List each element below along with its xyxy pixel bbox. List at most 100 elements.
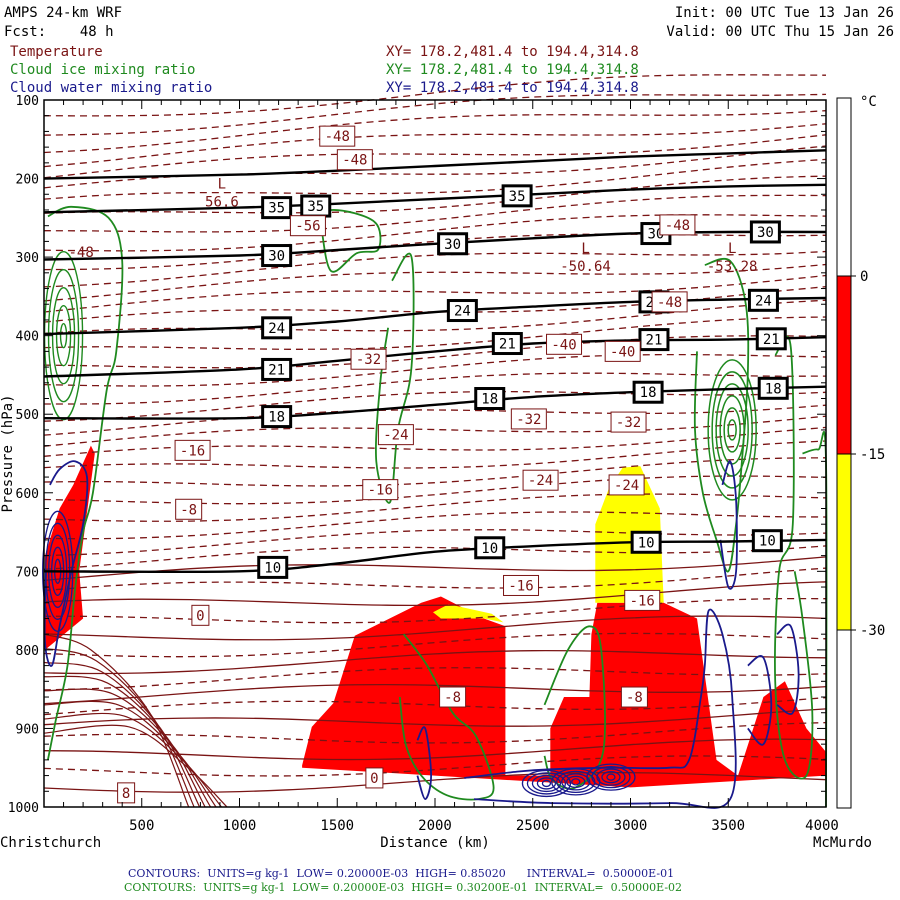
- temperature-label: -48: [657, 295, 682, 311]
- y-tick-label: 600: [16, 487, 39, 502]
- temperature-contour: [43, 457, 827, 487]
- temperature-label: -24: [614, 478, 639, 494]
- y-tick-label: 100: [16, 94, 39, 109]
- temperature-label: -32: [356, 352, 381, 368]
- x-end-label-left: Christchurch: [0, 835, 101, 851]
- theta-label: 18: [268, 410, 285, 426]
- temperature-label: -56: [295, 219, 320, 235]
- low-center-value: 56.6: [205, 195, 239, 211]
- colorbar-segment-below30: [836, 629, 852, 809]
- cloud-ice-ring: [55, 304, 72, 367]
- x-tick-label: 1500: [320, 818, 354, 834]
- temperature-label: -24: [528, 473, 553, 489]
- y-tick-label: 1000: [8, 801, 39, 816]
- temperature-label: -8: [180, 502, 197, 518]
- temperature-label: -8: [626, 690, 643, 706]
- theta-label: 35: [509, 189, 526, 205]
- y-tick-label: 300: [16, 251, 39, 266]
- temperature-label: -40: [610, 344, 635, 360]
- low-center-letter: L: [728, 241, 736, 257]
- temperature-label: -16: [180, 443, 205, 459]
- temperature-contour: [43, 134, 827, 179]
- low-center-letter: L: [581, 241, 589, 257]
- y-tick-label: 400: [16, 330, 39, 345]
- theta-label: 24: [268, 321, 285, 337]
- colorbar-unit: °C: [860, 94, 877, 110]
- cloud-ice-ring: [727, 419, 737, 441]
- theta-label: 24: [454, 304, 471, 320]
- x-tick-label: 1000: [223, 818, 257, 834]
- temperature-label: -16: [368, 483, 393, 499]
- theta-label: 10: [759, 534, 776, 550]
- theta-label: 18: [765, 381, 782, 397]
- temperature-label: -32: [516, 412, 541, 428]
- temperature-contour: [43, 274, 827, 313]
- temperature-contour: [43, 299, 827, 335]
- theta-label: 35: [307, 199, 324, 215]
- theta-contour-35: [43, 183, 827, 214]
- theta-label: 30: [268, 249, 285, 265]
- temperature-label: 8: [122, 786, 130, 802]
- theta-label: 24: [755, 293, 772, 309]
- y-tick-label: 200: [16, 173, 39, 188]
- theta-label: 10: [481, 541, 498, 557]
- colorbar-label: -30: [860, 623, 885, 639]
- cross-section-chart: 1010101018181818212121212424242430303030…: [0, 74, 885, 851]
- y-axis-title: Pressure (hPa): [0, 394, 16, 512]
- low-center-value: -48: [68, 245, 93, 261]
- footer-contours-ice: CONTOURS: UNITS=g kg-1 LOW= 0.20000E-03 …: [124, 881, 683, 894]
- theta-label: 21: [646, 333, 663, 349]
- temperature-label: 0: [370, 771, 378, 787]
- temperature-label: -48: [665, 218, 690, 234]
- theta-label: 10: [264, 560, 281, 576]
- temperature-label: -8: [444, 690, 461, 706]
- colorbar-segment-0-to-15: [836, 275, 852, 455]
- temperature-contour: [43, 353, 827, 387]
- colorbar-label: -15: [860, 447, 885, 463]
- theta-label: 21: [499, 337, 516, 353]
- y-tick-label: 700: [16, 565, 39, 580]
- low-center-value: -53.28: [707, 259, 758, 275]
- theta-contour-top: [43, 149, 827, 180]
- temperature-contour: [43, 475, 827, 505]
- x-axis-title: Distance (km): [380, 835, 490, 851]
- theta-label: 21: [268, 362, 285, 378]
- theta-label: 21: [763, 332, 780, 348]
- colorbar: °C 0 -15 -30: [836, 94, 885, 809]
- cloud-ice-ring: [707, 359, 757, 501]
- x-tick-label: 3000: [614, 818, 648, 834]
- temperature-label: -32: [616, 415, 641, 431]
- temperature-label: -16: [508, 578, 533, 594]
- temperature-contour: [43, 194, 827, 233]
- theta-label: 10: [638, 535, 655, 551]
- x-end-label-right: McMurdo: [813, 835, 872, 851]
- y-tick-label: 900: [16, 722, 39, 737]
- x-tick-label: 2500: [516, 818, 550, 834]
- theta-label: 30: [444, 237, 461, 253]
- footer-contours-water: CONTOURS: UNITS=g kg-1 LOW= 0.20000E-03 …: [128, 867, 675, 880]
- y-tick-label: 800: [16, 644, 39, 659]
- x-tick-label: 3500: [711, 818, 745, 834]
- temperature-label: -24: [383, 428, 408, 444]
- temperature-contour: [43, 316, 827, 350]
- temperature-label: -48: [342, 153, 367, 169]
- theta-label: 30: [757, 225, 774, 241]
- x-tick-label: 2000: [418, 818, 452, 834]
- temperature-label: -16: [630, 593, 655, 609]
- x-tick-label: 500: [129, 818, 154, 834]
- x-tick-label: 4000: [805, 818, 839, 834]
- temperature-contour: [43, 286, 827, 323]
- cloud-ice-ring: [59, 322, 68, 349]
- low-center-letter: L: [218, 177, 226, 193]
- temperature-contour: [43, 556, 827, 582]
- theta-contour-21: [43, 336, 827, 378]
- temperature-label: 0: [196, 608, 204, 624]
- theta-contour-24: [43, 296, 827, 336]
- temperature-contour: [43, 110, 827, 154]
- temperature-label: -40: [551, 337, 576, 353]
- temperature-label: -48: [325, 129, 350, 145]
- colorbar-segment-above0: [836, 97, 852, 277]
- temperature-contour: [43, 175, 827, 214]
- theta-label: 18: [640, 385, 657, 401]
- low-center-value: -50.64: [560, 259, 611, 275]
